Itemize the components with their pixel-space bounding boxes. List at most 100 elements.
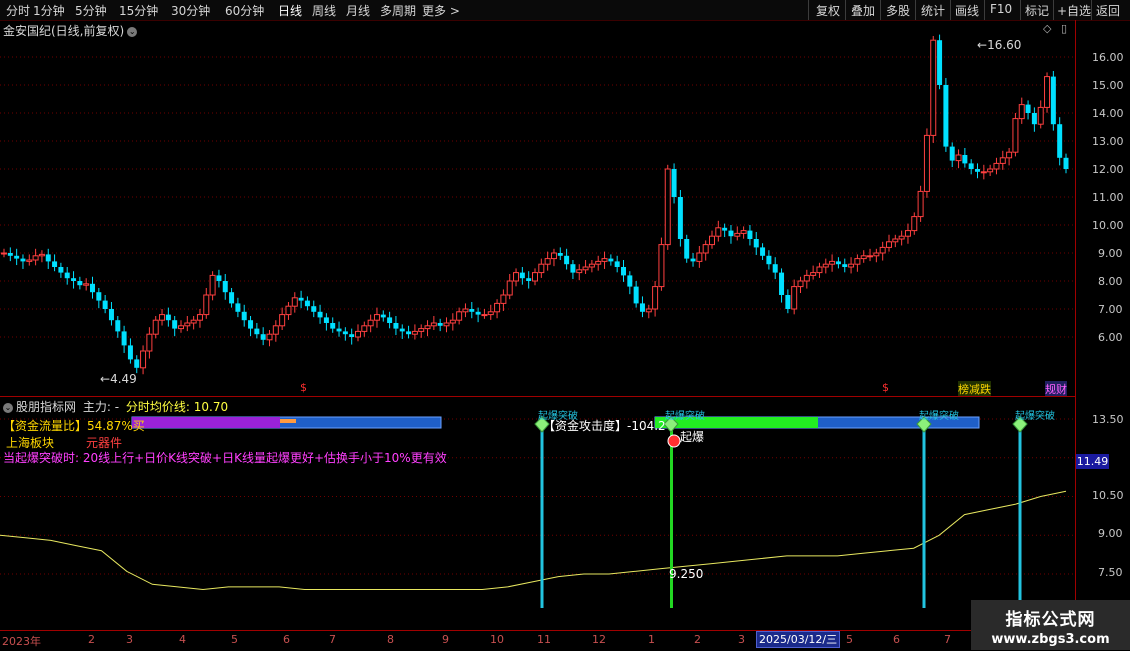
candle-body bbox=[544, 258, 551, 265]
candle-body bbox=[702, 244, 709, 254]
candle-body bbox=[816, 266, 823, 274]
date-tick: 2 bbox=[88, 633, 95, 646]
candle-body bbox=[627, 275, 633, 287]
breakout-label: 起爆突破 bbox=[919, 409, 959, 422]
candle-body bbox=[355, 330, 361, 338]
fuquan-button[interactable]: 复权 bbox=[816, 2, 840, 19]
candle bbox=[722, 223, 728, 238]
news-tag[interactable]: 规财 bbox=[1045, 381, 1067, 397]
candlestick-chart[interactable] bbox=[0, 20, 1075, 396]
candle bbox=[90, 276, 95, 299]
candle-body bbox=[190, 319, 197, 324]
candle bbox=[595, 255, 602, 271]
avg-price-line bbox=[0, 490, 1067, 591]
candle-body bbox=[108, 309, 114, 321]
stats-button[interactable]: 统计 bbox=[921, 2, 945, 19]
candle-body bbox=[975, 169, 980, 172]
candle-body bbox=[917, 190, 924, 218]
period-weekly[interactable]: 周线 bbox=[312, 2, 336, 19]
candle bbox=[980, 164, 987, 180]
candle-body bbox=[494, 302, 501, 313]
period-5min[interactable]: 5分钟 bbox=[75, 2, 107, 19]
candle-body bbox=[248, 320, 254, 329]
candle-body bbox=[766, 255, 772, 265]
candle-body bbox=[621, 267, 626, 276]
draw-line-button[interactable]: 画线 bbox=[955, 2, 979, 19]
candle bbox=[532, 268, 538, 286]
candle-body bbox=[513, 272, 520, 282]
candle bbox=[266, 330, 273, 347]
candle-body bbox=[550, 252, 557, 260]
period-daily[interactable]: 日线 bbox=[278, 2, 302, 19]
candle-body bbox=[747, 230, 753, 239]
candle-body bbox=[159, 314, 166, 321]
candle bbox=[848, 257, 855, 274]
low-price-value: 4.49 bbox=[110, 372, 137, 386]
f10-button[interactable]: F10 bbox=[990, 2, 1012, 16]
period-1min[interactable]: 1分钟 bbox=[33, 2, 65, 19]
candle bbox=[588, 260, 595, 273]
back-button[interactable]: 返回 bbox=[1096, 2, 1120, 19]
period-30min[interactable]: 30分钟 bbox=[171, 2, 210, 19]
mark-button[interactable]: 标记 bbox=[1025, 2, 1049, 19]
candle-body bbox=[968, 163, 974, 169]
candle-body bbox=[500, 294, 507, 304]
period-60min[interactable]: 60分钟 bbox=[225, 2, 264, 19]
candle bbox=[115, 316, 121, 338]
candle-body bbox=[904, 230, 911, 237]
candle-body bbox=[639, 303, 645, 312]
candle bbox=[867, 248, 874, 262]
period-15min[interactable]: 15分钟 bbox=[119, 2, 158, 19]
dollar-marker[interactable]: $ bbox=[882, 381, 889, 394]
candle-body bbox=[229, 292, 235, 304]
candle bbox=[52, 254, 58, 272]
candle-body bbox=[20, 258, 26, 262]
candle bbox=[367, 314, 374, 333]
candle bbox=[627, 271, 633, 295]
candle-body bbox=[52, 261, 58, 267]
candle bbox=[260, 327, 266, 346]
date-tick: 6 bbox=[893, 633, 900, 646]
period-multi[interactable]: 多周期 bbox=[380, 2, 416, 19]
candle-body bbox=[424, 325, 431, 330]
y-tick: 12.00 bbox=[1092, 163, 1124, 176]
candle-body bbox=[760, 247, 766, 256]
candle-body bbox=[1018, 104, 1025, 120]
watermark: 指标公式网 www.zbgs3.com bbox=[971, 600, 1130, 650]
candle-body bbox=[1006, 151, 1013, 159]
period-monthly[interactable]: 月线 bbox=[346, 2, 370, 19]
candle-body bbox=[266, 333, 273, 341]
candle-body bbox=[373, 314, 380, 321]
candle-body bbox=[645, 308, 652, 313]
candle bbox=[418, 324, 425, 338]
candle bbox=[14, 248, 20, 266]
candle bbox=[178, 320, 184, 333]
candle bbox=[500, 289, 507, 311]
dollar-marker[interactable]: $ bbox=[300, 381, 307, 394]
candle bbox=[696, 246, 703, 268]
candle bbox=[785, 289, 791, 314]
candle-body bbox=[1, 252, 7, 255]
candle bbox=[355, 324, 361, 342]
watermark-title: 指标公式网 bbox=[1005, 610, 1096, 630]
y-tick: 10.00 bbox=[1092, 219, 1124, 232]
candle bbox=[690, 253, 696, 267]
multi-stock-button[interactable]: 多股 bbox=[886, 2, 910, 19]
period-fenshi[interactable]: 分时 bbox=[6, 2, 30, 19]
candle bbox=[949, 142, 955, 168]
candle bbox=[526, 271, 532, 289]
candle-body bbox=[349, 334, 355, 337]
candle-body bbox=[26, 259, 33, 262]
y-tick: 8.00 bbox=[1098, 275, 1123, 288]
candle-body bbox=[898, 235, 905, 240]
date-tick: 2023年 bbox=[2, 635, 41, 648]
high-price-value: 16.60 bbox=[987, 38, 1022, 52]
news-tag[interactable]: 榜减跌 bbox=[958, 381, 991, 397]
candle-body bbox=[740, 230, 747, 234]
candle bbox=[64, 267, 70, 285]
candle-body bbox=[595, 260, 602, 265]
add-favorite-button[interactable]: +自选 bbox=[1057, 2, 1091, 19]
indicator-chart[interactable]: 起爆突破 起爆突破 起爆突破 起爆突破 bbox=[0, 398, 1075, 630]
period-more[interactable]: 更多 > bbox=[422, 2, 460, 19]
overlay-button[interactable]: 叠加 bbox=[851, 2, 875, 19]
